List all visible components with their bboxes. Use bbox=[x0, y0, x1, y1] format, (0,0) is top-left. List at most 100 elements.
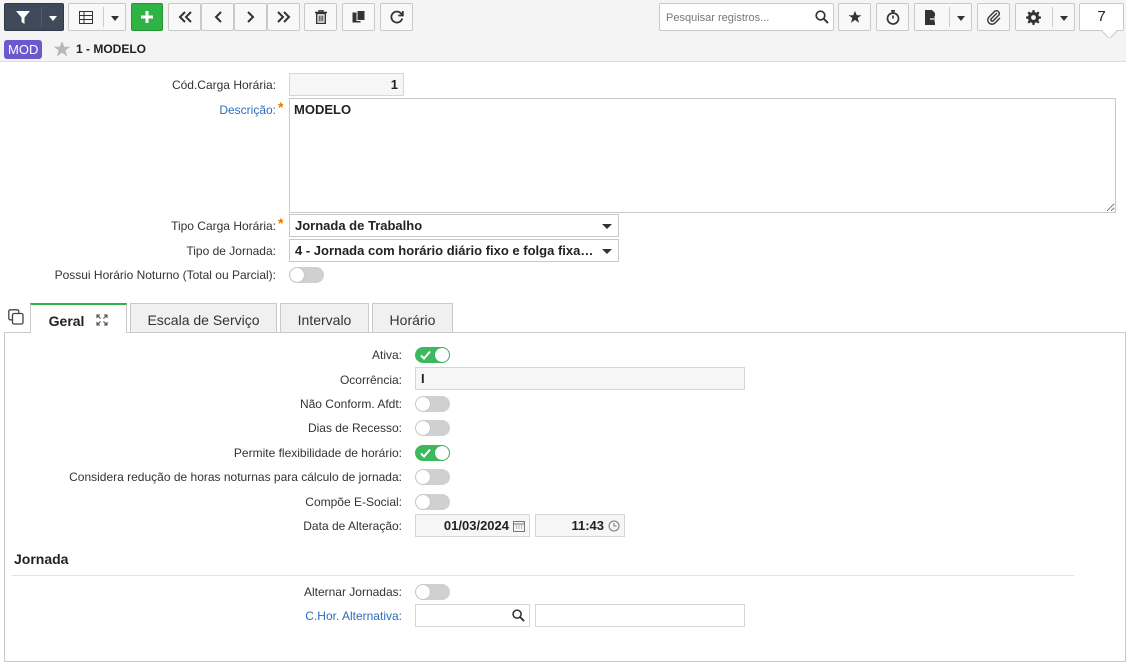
dias-recesso-toggle[interactable] bbox=[415, 420, 450, 436]
esocial-label: Compõe E-Social: bbox=[305, 495, 402, 509]
ocorrencia-field[interactable]: I bbox=[415, 367, 745, 390]
alternar-toggle[interactable] bbox=[415, 584, 450, 600]
first-icon bbox=[177, 10, 193, 24]
tab-label: Horário bbox=[389, 312, 436, 328]
timer-button[interactable] bbox=[876, 3, 909, 31]
data-alteracao-label: Data de Alteração: bbox=[303, 519, 402, 533]
tipo-jornada-label: Tipo de Jornada: bbox=[186, 244, 276, 258]
clock-icon[interactable] bbox=[608, 520, 620, 535]
favorite-star-icon[interactable] bbox=[53, 40, 71, 61]
tab-intervalo[interactable]: Intervalo bbox=[280, 303, 369, 332]
esocial-toggle[interactable] bbox=[415, 494, 450, 510]
nao-conform-toggle[interactable] bbox=[415, 396, 450, 412]
chevron-down-icon bbox=[49, 16, 57, 21]
noturno-toggle[interactable] bbox=[289, 267, 324, 283]
search-field[interactable] bbox=[659, 3, 834, 31]
chor-code-field[interactable] bbox=[415, 604, 530, 627]
delete-icon bbox=[314, 10, 327, 24]
required-marker: * bbox=[278, 99, 284, 115]
attach-icon bbox=[986, 9, 1002, 25]
ativa-toggle[interactable] bbox=[415, 347, 450, 363]
section-divider bbox=[12, 575, 1074, 576]
favorite-button[interactable] bbox=[838, 3, 871, 31]
descricao-label: Descrição: bbox=[219, 103, 276, 117]
tab-label: Geral bbox=[48, 313, 85, 329]
chevron-down-icon bbox=[957, 16, 965, 21]
tipo-jornada-select[interactable]: 4 - Jornada com horário diário fixo e fo… bbox=[289, 239, 619, 262]
chevron-down-icon bbox=[111, 16, 119, 21]
dias-recesso-label: Dias de Recesso: bbox=[307, 421, 402, 435]
filter-icon bbox=[16, 11, 30, 24]
ativa-label: Ativa: bbox=[371, 348, 402, 362]
required-marker: * bbox=[278, 215, 284, 231]
chevron-down-icon bbox=[602, 249, 612, 254]
filter-button[interactable] bbox=[4, 3, 64, 31]
tab-horario[interactable]: Horário bbox=[372, 303, 453, 332]
prev-icon bbox=[213, 10, 223, 24]
cod-field[interactable]: 1 bbox=[289, 73, 404, 96]
calendar-icon[interactable] bbox=[513, 520, 525, 535]
search-input[interactable] bbox=[664, 9, 812, 27]
refresh-icon bbox=[390, 10, 404, 24]
timer-icon bbox=[886, 9, 900, 25]
time-value: 11:43 bbox=[571, 518, 604, 533]
gear-icon bbox=[1026, 10, 1041, 25]
cod-label: Cód.Carga Horária: bbox=[171, 78, 276, 92]
tipo-carga-value: Jornada de Trabalho bbox=[295, 218, 423, 233]
last-icon bbox=[276, 10, 292, 24]
next-icon bbox=[246, 10, 256, 24]
record-counter[interactable]: 7 bbox=[1079, 3, 1124, 31]
time-field[interactable]: 11:43 bbox=[535, 514, 625, 537]
tipo-carga-select[interactable]: Jornada de Trabalho bbox=[289, 214, 619, 237]
descricao-textarea[interactable]: MODELO bbox=[289, 98, 1116, 213]
tipo-carga-label: Tipo Carga Horária: bbox=[171, 219, 276, 233]
last-record-button[interactable] bbox=[267, 3, 300, 31]
add-button[interactable] bbox=[131, 3, 163, 31]
noturno-label: Possui Horário Noturno (Total ou Parcial… bbox=[54, 268, 276, 282]
page-title: 1 - MODELO bbox=[76, 42, 147, 56]
previous-record-button[interactable] bbox=[201, 3, 234, 31]
expand-icon[interactable] bbox=[96, 305, 108, 337]
copy-tabs-icon[interactable] bbox=[8, 309, 24, 328]
settings-button[interactable] bbox=[1015, 3, 1075, 31]
next-record-button[interactable] bbox=[234, 3, 267, 31]
tab-geral[interactable]: Geral bbox=[30, 303, 127, 333]
flexibilidade-label: Permite flexibilidade de horário: bbox=[233, 446, 402, 460]
chevron-down-icon bbox=[602, 224, 612, 229]
refresh-button[interactable] bbox=[380, 3, 413, 31]
nao-conform-label: Não Conform. Afdt: bbox=[299, 397, 402, 411]
search-icon[interactable] bbox=[815, 10, 829, 27]
flexibilidade-toggle[interactable] bbox=[415, 445, 450, 461]
tab-label: Escala de Serviço bbox=[147, 312, 260, 328]
chor-alternativa-label: C.Hor. Alternativa: bbox=[305, 609, 402, 623]
copy-icon bbox=[352, 10, 366, 24]
ocorrencia-label: Ocorrência: bbox=[339, 373, 402, 387]
duplicate-button[interactable] bbox=[342, 3, 375, 31]
first-record-button[interactable] bbox=[168, 3, 201, 31]
check-icon bbox=[420, 446, 431, 463]
jornada-section-title: Jornada bbox=[14, 551, 69, 567]
reducao-noturna-label: Considera redução de horas noturnas para… bbox=[69, 470, 402, 484]
alternar-label: Alternar Jornadas: bbox=[303, 585, 402, 599]
module-badge: MOD bbox=[4, 40, 43, 59]
add-icon bbox=[140, 10, 154, 24]
search-icon[interactable] bbox=[512, 609, 525, 625]
tab-escala-servico[interactable]: Escala de Serviço bbox=[130, 303, 277, 332]
attach-button[interactable] bbox=[977, 3, 1010, 31]
tab-label: Intervalo bbox=[297, 312, 352, 328]
toolbar: 7 bbox=[0, 0, 1126, 38]
delete-button[interactable] bbox=[304, 3, 337, 31]
chevron-down-icon bbox=[1060, 16, 1068, 21]
grid-icon bbox=[79, 11, 93, 24]
chor-description-field[interactable] bbox=[535, 604, 745, 627]
star-icon bbox=[848, 10, 862, 24]
tipo-jornada-value: 4 - Jornada com horário diário fixo e fo… bbox=[295, 243, 596, 258]
export-icon bbox=[925, 10, 937, 25]
date-field[interactable]: 01/03/2024 bbox=[415, 514, 530, 537]
record-header: MOD 1 - MODELO bbox=[0, 38, 1126, 62]
date-value: 01/03/2024 bbox=[443, 518, 509, 533]
reducao-noturna-toggle[interactable] bbox=[415, 469, 450, 485]
export-button[interactable] bbox=[914, 3, 972, 31]
view-mode-button[interactable] bbox=[68, 3, 126, 31]
check-icon bbox=[420, 348, 431, 365]
